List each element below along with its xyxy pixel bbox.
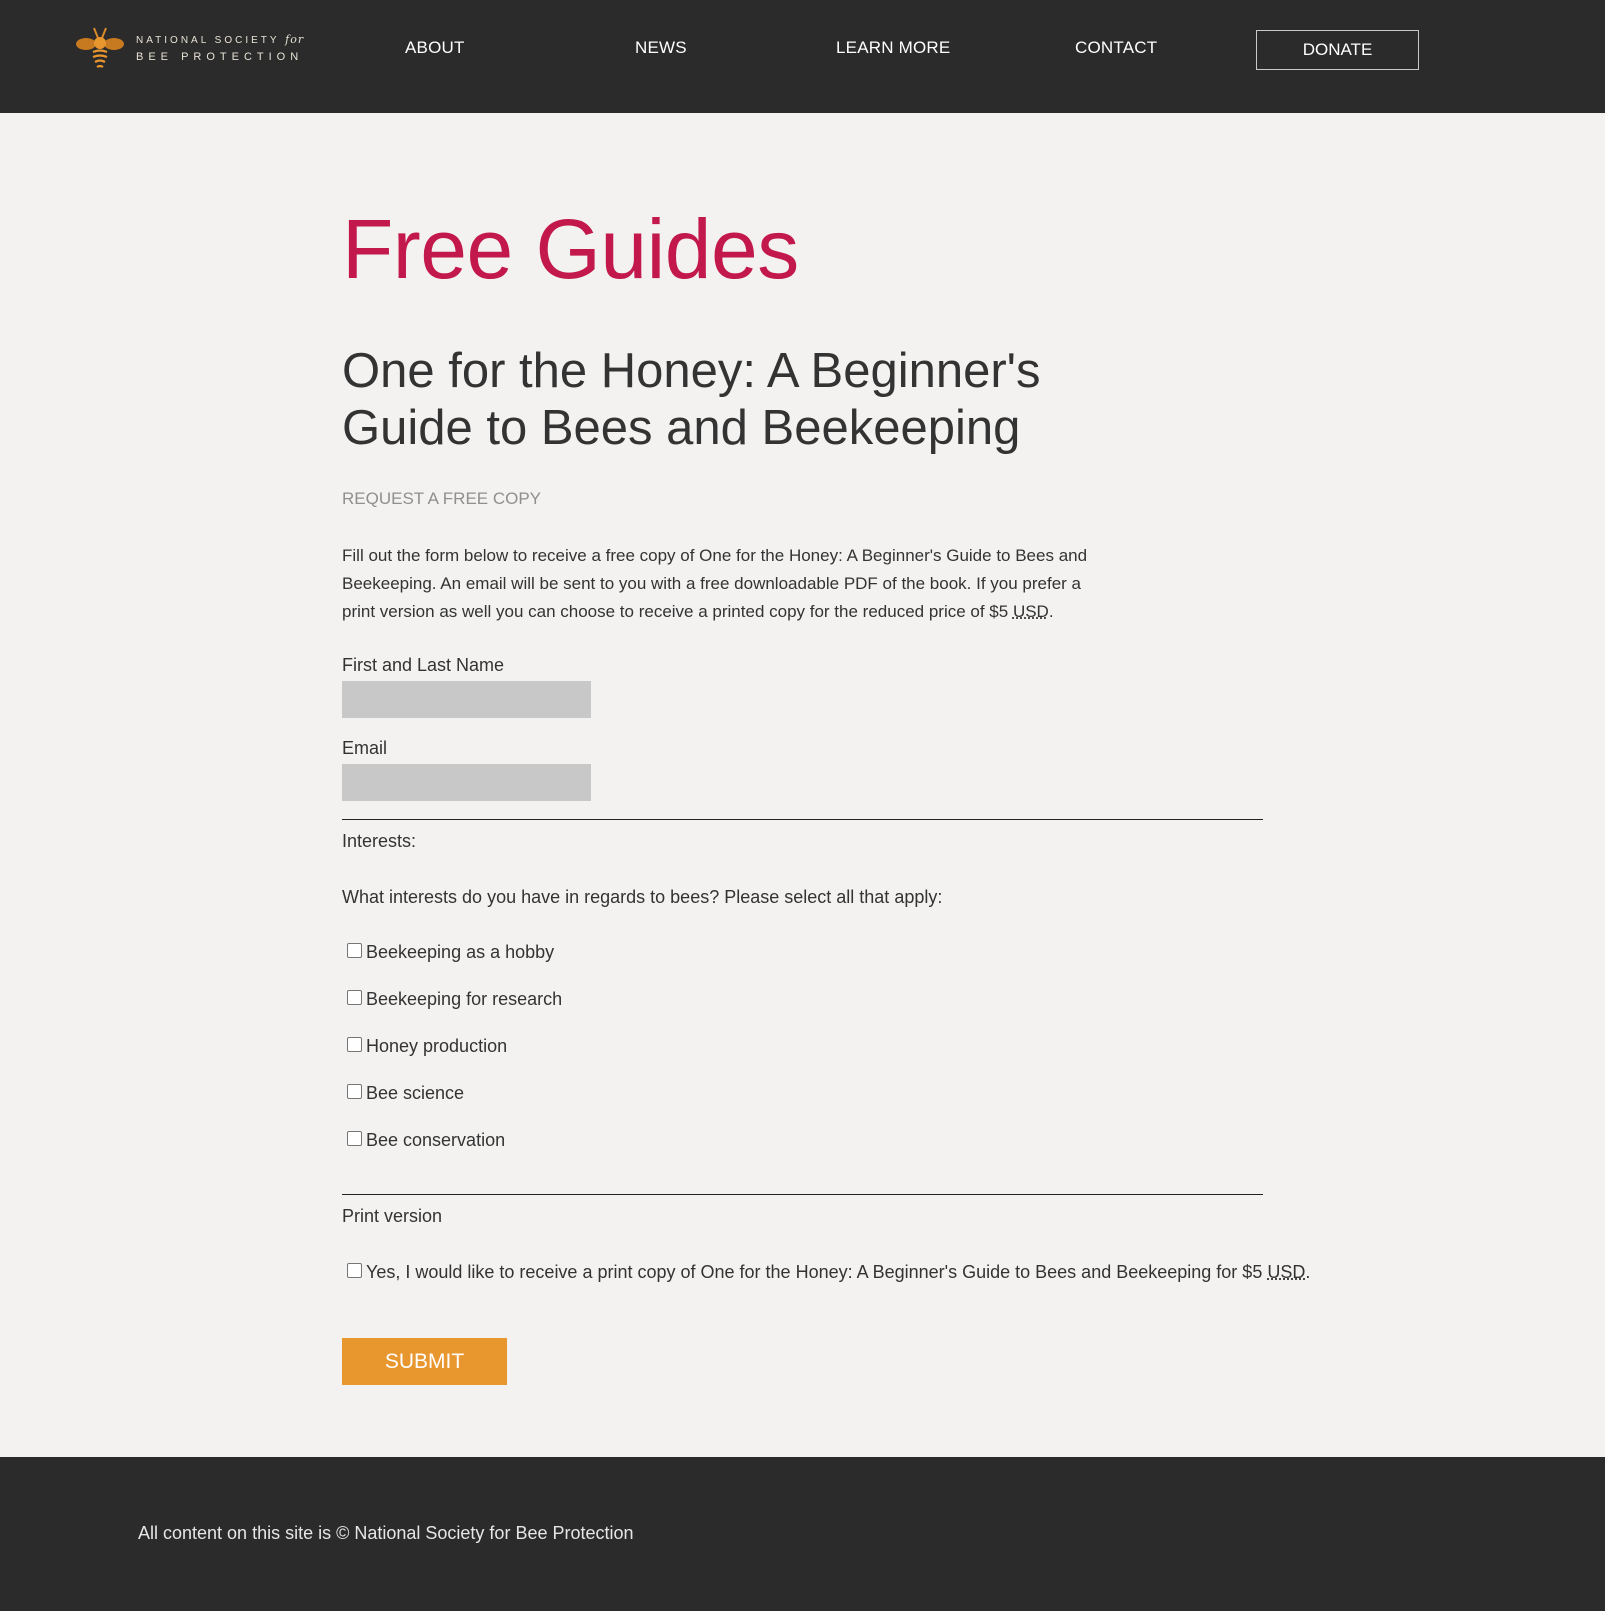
interests-label: Interests:	[342, 831, 417, 851]
logo-line2: BEE PROTECTION	[136, 50, 304, 63]
checkbox[interactable]	[347, 943, 362, 958]
interest-label: Beekeeping as a hobby	[366, 942, 555, 962]
currency-abbr: USD	[1267, 1262, 1306, 1282]
interest-label: Bee science	[366, 1083, 465, 1103]
logo-for: for	[285, 32, 305, 46]
site-header: NATIONAL SOCIETY for BEE PROTECTION ABOU…	[0, 0, 1605, 113]
interests-question: What interests do you have in regards to…	[342, 887, 943, 907]
interest-option[interactable]: Beekeeping for research	[347, 989, 562, 1010]
logo-text: NATIONAL SOCIETY for BEE PROTECTION	[136, 32, 304, 65]
page-title: Free Guides	[342, 202, 799, 296]
name-input[interactable]	[342, 681, 591, 718]
nav-news[interactable]: NEWS	[635, 38, 687, 58]
print-copy-checkbox[interactable]	[347, 1263, 362, 1278]
donate-button[interactable]: DONATE	[1256, 30, 1419, 70]
interest-label: Beekeeping for research	[366, 989, 563, 1009]
logo-line1: NATIONAL SOCIETY	[136, 34, 280, 46]
site-footer: All content on this site is © National S…	[0, 1457, 1605, 1611]
checkbox[interactable]	[347, 990, 362, 1005]
interest-option[interactable]: Bee science	[347, 1083, 464, 1104]
submit-button[interactable]: SUBMIT	[342, 1338, 507, 1385]
currency-abbr: USD	[1012, 602, 1049, 621]
print-copy-label: Yes, I would like to receive a print cop…	[366, 1262, 1310, 1283]
print-version-label: Print version	[342, 1206, 443, 1226]
print-copy-option[interactable]: Yes, I would like to receive a print cop…	[347, 1262, 1310, 1283]
bee-icon	[76, 27, 124, 68]
checkbox[interactable]	[347, 1084, 362, 1099]
request-label: REQUEST A FREE COPY	[342, 489, 542, 508]
intro-paragraph: Fill out the form below to receive a fre…	[342, 542, 1102, 626]
print-divider	[342, 1194, 1263, 1195]
interest-option[interactable]: Honey production	[347, 1036, 507, 1057]
print-copy-text: Yes, I would like to receive a print cop…	[366, 1262, 1268, 1282]
nav-contact[interactable]: CONTACT	[1075, 38, 1157, 58]
email-label: Email	[342, 738, 388, 758]
nav-about[interactable]: ABOUT	[405, 38, 465, 58]
interest-label: Bee conservation	[366, 1130, 506, 1150]
name-label: First and Last Name	[342, 655, 505, 675]
nav-learn-more[interactable]: LEARN MORE	[836, 38, 950, 58]
checkbox[interactable]	[347, 1131, 362, 1146]
interests-divider	[342, 819, 1263, 820]
intro-end: .	[1048, 602, 1054, 621]
interest-option[interactable]: Beekeeping as a hobby	[347, 942, 554, 963]
interest-option[interactable]: Bee conservation	[347, 1130, 505, 1151]
footer-copyright: All content on this site is © National S…	[138, 1523, 634, 1543]
site-logo[interactable]: NATIONAL SOCIETY for BEE PROTECTION	[74, 24, 304, 72]
print-copy-end: .	[1305, 1262, 1311, 1282]
email-input[interactable]	[342, 764, 591, 801]
intro-text: Fill out the form below to receive a fre…	[342, 546, 1088, 621]
guide-title: One for the Honey: A Beginner's Guide to…	[342, 344, 1041, 455]
interest-label: Honey production	[366, 1036, 508, 1056]
checkbox[interactable]	[347, 1037, 362, 1052]
